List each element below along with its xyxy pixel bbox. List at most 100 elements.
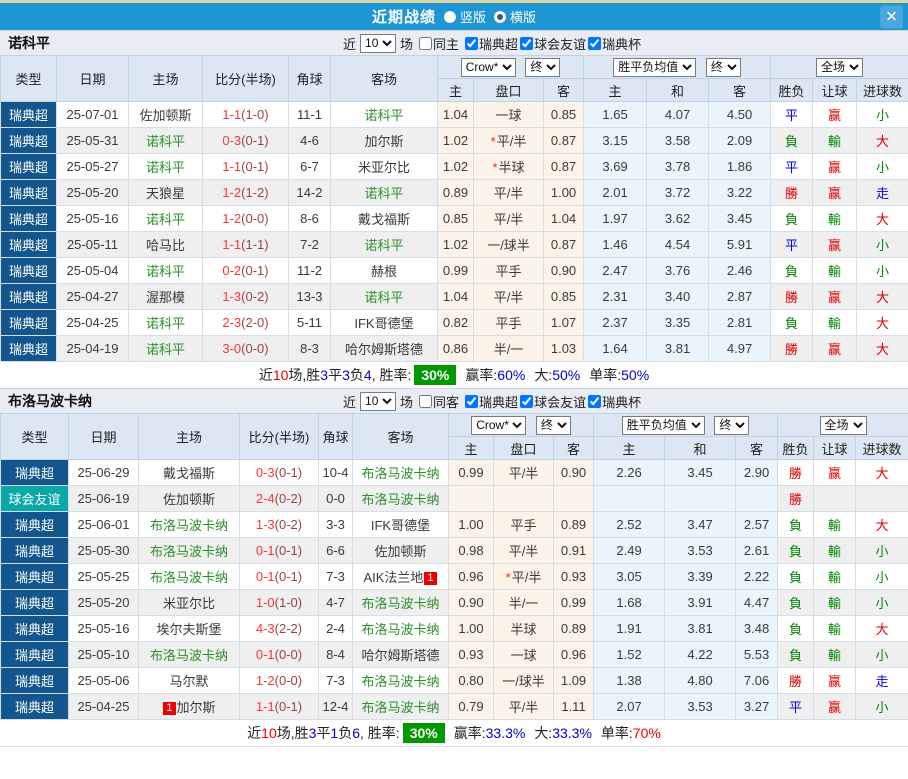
odds-home-cell: 0.93	[448, 641, 494, 668]
avg-draw-cell: 4.80	[664, 667, 737, 694]
halftime-score: (0-1)	[241, 263, 269, 278]
handicap-cell: 平/半	[493, 459, 554, 486]
radio-icon[interactable]	[443, 10, 456, 23]
vertical-layout-radio[interactable]: 竖版	[436, 7, 486, 26]
away-team-name: 哈尔姆斯塔德	[361, 648, 440, 663]
goals-result-cell: 小	[856, 257, 908, 284]
avg-select[interactable]: 胜平负均值	[613, 57, 697, 77]
avg-select[interactable]: 胜平负均值	[621, 415, 705, 435]
odds-company-select[interactable]: Crow*	[471, 415, 527, 435]
league-filter-friendly[interactable]: 球会友谊	[520, 392, 586, 411]
col-wdl: 胜负	[770, 78, 814, 102]
date-cell: 25-05-20	[68, 589, 139, 616]
avg-away-cell: 4.47	[735, 589, 779, 616]
fullmatch-select[interactable]: 全场	[816, 57, 864, 77]
date-cell: 25-06-19	[68, 485, 139, 512]
avg-draw-cell: 3.81	[646, 335, 710, 362]
same-venue-filter[interactable]: 同客	[419, 392, 459, 411]
league-checkbox[interactable]	[588, 394, 602, 408]
avg-draw-cell: 3.39	[664, 563, 737, 590]
odds-company-select[interactable]: Crow*	[460, 57, 516, 77]
odds-stage-select[interactable]: 终	[535, 415, 571, 435]
col-corner: 角球	[288, 55, 331, 102]
col-goals: 进球数	[856, 78, 908, 102]
summary-single-rate: 50%	[621, 367, 650, 383]
away-team-cell: 布洛马波卡纳	[352, 693, 449, 720]
summary-single-rate-label: 单率:	[589, 367, 622, 383]
away-team-cell: 布洛马波卡纳	[352, 485, 449, 512]
league-checkbox[interactable]	[520, 36, 534, 50]
home-team-name: 诺科平	[145, 316, 185, 331]
horizontal-layout-radio[interactable]: 横版	[486, 7, 536, 26]
score-cell: 0-3(0-1)	[202, 127, 289, 154]
league-filter-cup[interactable]: 瑞典杯	[588, 34, 641, 53]
near-label: 近	[343, 394, 357, 410]
fullmatch-select[interactable]: 全场	[819, 415, 867, 435]
match-row: 瑞典超 25-05-10 布洛马波卡纳 0-1(0-0) 8-4 哈尔姆斯塔德 0.93 一球…	[0, 641, 908, 668]
avg-stage-select[interactable]: 终	[705, 57, 741, 77]
odds-away-cell: 0.87	[542, 231, 585, 258]
halftime-score: (0-2)	[274, 491, 303, 506]
league-filter-allsvenskan[interactable]: 瑞典超	[465, 392, 518, 411]
avg-home-cell: 2.01	[583, 179, 648, 206]
league-checkbox[interactable]	[465, 394, 479, 408]
away-team-name: IFK哥德堡	[370, 518, 431, 533]
score-cell: 0-3(0-1)	[239, 459, 319, 486]
fulltime-score: 0-3	[255, 465, 275, 480]
halftime-score: (1-0)	[274, 595, 303, 610]
summary-near: 近	[258, 367, 273, 383]
league-checkbox[interactable]	[465, 36, 479, 50]
home-team-name: 佐加顿斯	[162, 492, 215, 507]
goals-result-cell: 走	[856, 179, 908, 206]
score-cell: 1-3(0-2)	[202, 283, 289, 310]
avg-home-cell: 2.26	[593, 459, 666, 486]
league-filter-friendly[interactable]: 球会友谊	[520, 34, 586, 53]
home-team-cell: 戴戈福斯	[138, 459, 240, 486]
odds-home-cell: 0.98	[448, 537, 494, 564]
halftime-score: (0-2)	[241, 289, 269, 304]
avg-draw-cell: 3.53	[664, 693, 737, 720]
halftime-score: (0-1)	[241, 159, 269, 174]
halftime-score: (0-2)	[274, 517, 303, 532]
away-team-cell: AIK法兰地 1	[352, 563, 449, 590]
col-score: 比分(半场)	[202, 55, 289, 102]
fulltime-score: 2-3	[222, 315, 242, 330]
league-filter-cup[interactable]: 瑞典杯	[588, 392, 641, 411]
summary-rate-label: , 胜率:	[360, 725, 400, 741]
league-checkbox[interactable]	[588, 36, 602, 50]
same-venue-checkbox[interactable]	[419, 36, 433, 50]
radio-checked-icon[interactable]	[494, 10, 506, 23]
same-venue-filter[interactable]: 同主	[419, 34, 459, 53]
away-team-cell: 加尔斯	[330, 127, 438, 154]
summary-line: 近 10 场,胜 3 平 3 负 4, 胜率: 30% 赢率: 60% 大: 50% 单率: 50%	[0, 362, 908, 388]
league-filter-allsvenskan[interactable]: 瑞典超	[465, 34, 518, 53]
odds-stage-select[interactable]: 终	[525, 57, 561, 77]
match-count-select[interactable]: 10	[360, 33, 397, 53]
handicap-cell: 一球	[493, 641, 554, 668]
odds-home-cell: 1.00	[448, 511, 494, 538]
match-row: 瑞典超 25-05-20 米亚尔比 1-0(1-0) 4-7 布洛马波卡纳 0.90 半/一 0…	[0, 589, 908, 616]
halftime-score: (0-1)	[274, 543, 303, 558]
avg-away-cell: 3.48	[735, 615, 779, 642]
handicap-cell: 一/球半	[493, 667, 554, 694]
avg-away-cell: 2.81	[708, 309, 772, 336]
match-count-select[interactable]: 10	[360, 391, 397, 411]
date-cell: 25-06-01	[68, 511, 139, 538]
same-venue-checkbox[interactable]	[419, 394, 433, 408]
fulltime-score: 1-1	[222, 107, 242, 122]
avg-draw-cell: 3.53	[664, 537, 737, 564]
home-team-cell: 诺科平	[128, 309, 203, 336]
home-team-name: 马尔默	[169, 674, 209, 689]
league-cell: 瑞典超	[0, 693, 69, 720]
summary-text: 平	[316, 725, 331, 741]
summary-count: 10	[261, 725, 277, 741]
avg-stage-select[interactable]: 终	[714, 415, 750, 435]
close-icon[interactable]: ✕	[880, 5, 903, 28]
corner-cell: 8-3	[288, 335, 331, 362]
league-checkbox[interactable]	[520, 394, 534, 408]
halftime-score: (0-0)	[241, 341, 269, 356]
date-cell: 25-05-11	[56, 231, 129, 258]
away-team-name: 布洛马波卡纳	[361, 596, 440, 611]
odds-group-header: Crow* 终	[447, 413, 595, 437]
handicap-cell: 平/半	[493, 693, 554, 720]
